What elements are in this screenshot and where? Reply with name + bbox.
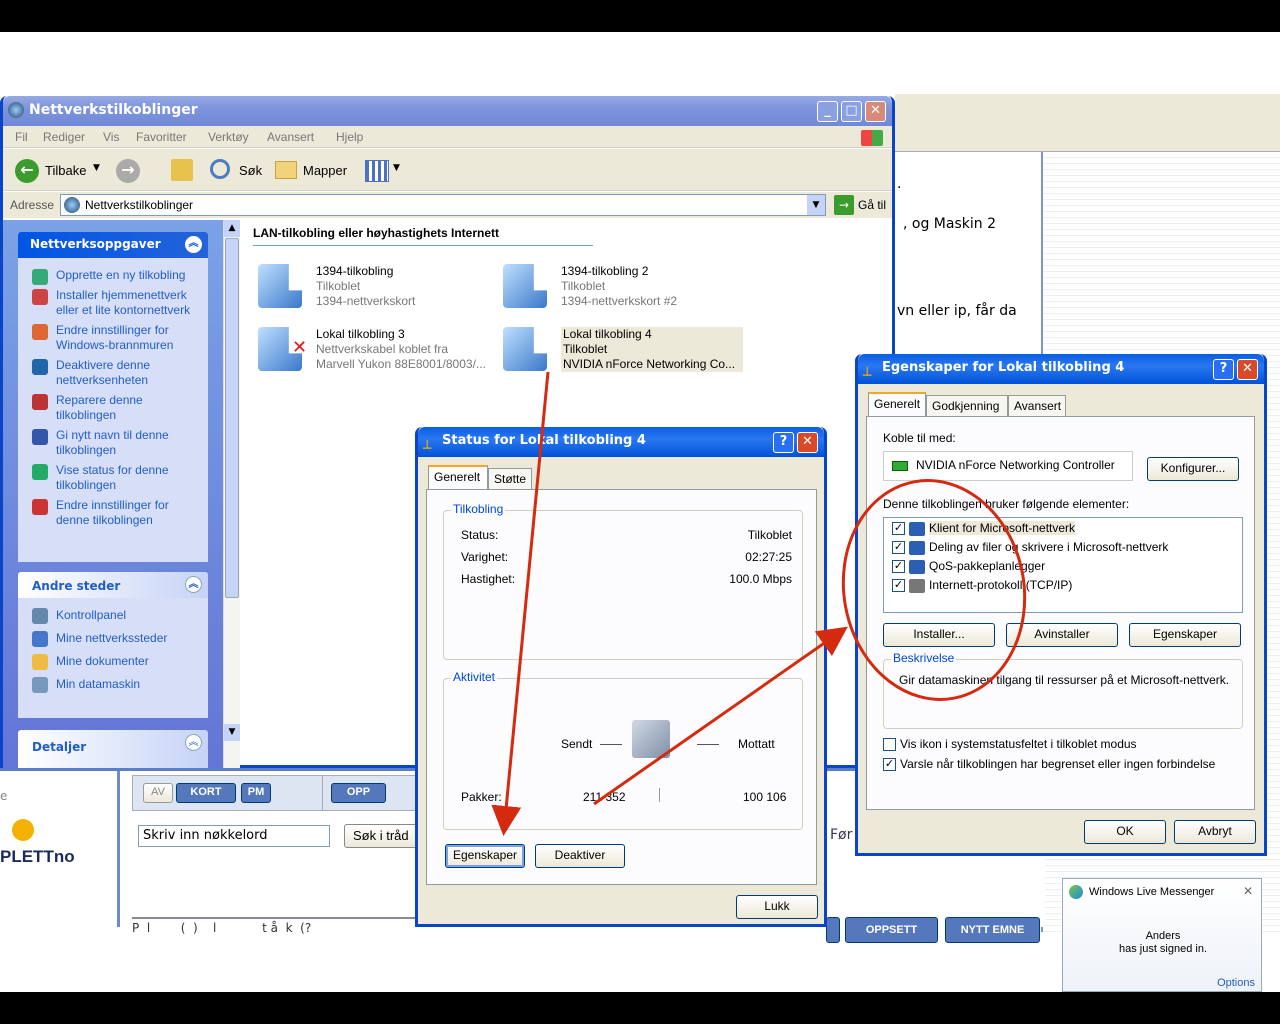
annotation-arrow-2: [593, 626, 848, 806]
annotation-overlay: [491, 371, 1027, 836]
screen-area: . , og Maskin 2 vn eller ip, får da e PL…: [0, 32, 1280, 992]
annotation-circle: [841, 479, 1027, 701]
annotation-arrow-1: [491, 371, 550, 836]
